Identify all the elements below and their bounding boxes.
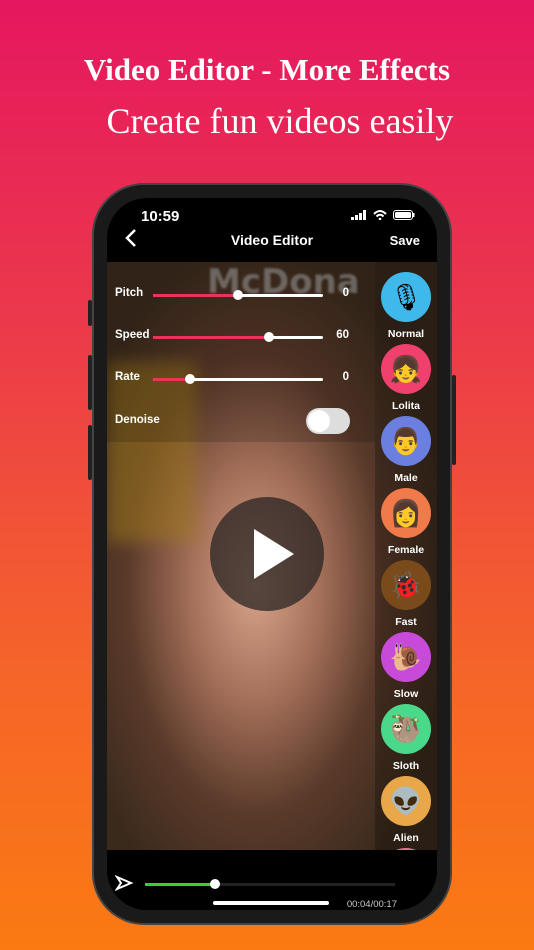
effect-label: Fast [395,616,417,628]
girl-face-icon: 👧 [381,344,431,394]
effect-alien[interactable]: 👽 Alien [377,776,435,844]
play-icon[interactable] [115,875,133,891]
rate-slider[interactable] [153,374,323,384]
effect-label: Slow [393,688,419,700]
headline: Video Editor - More Effects [83,52,451,87]
speed-slider-thumb[interactable] [263,332,274,342]
speed-slider-fill [153,336,269,339]
battery-icon [393,210,415,220]
effect-sloth[interactable]: 🦥 Sloth [377,704,435,772]
phone-button [88,355,92,410]
phone-button [88,300,92,326]
woman-face-icon: 👩 [381,488,431,538]
effect-label: Normal [387,328,425,340]
effect-lolita[interactable]: 👧 Lolita [377,344,435,412]
pitch-slider-thumb[interactable] [233,290,243,300]
speed-slider[interactable] [153,332,323,342]
effect-label: Lolita [392,400,420,412]
effect-label: Male [394,472,418,484]
effect-fast[interactable]: 🐞 Fast [377,560,435,628]
signal-icon [351,210,366,220]
effect-normal[interactable]: 🎙 Normal [377,272,435,340]
man-face-icon: 👨 [381,416,431,466]
effect-label: Alien [393,832,419,844]
timeline-thumb[interactable] [210,879,220,889]
wifi-icon [373,210,387,220]
timeline-progress [145,883,215,886]
timeline-slider[interactable] [145,879,395,889]
denoise-label: Denoise [115,414,160,426]
time-readout: 00:04/00:17 [346,899,397,910]
snail-icon: 🐌 [381,632,431,682]
pitch-slider-fill [153,294,238,297]
status-icons [351,210,415,220]
save-button[interactable]: Save [390,233,420,248]
pitch-slider[interactable] [153,290,323,300]
pitch-value: 0 [342,287,349,299]
speed-value: 60 [336,329,349,341]
home-indicator [213,901,329,905]
rate-label: Rate [115,371,140,383]
denoise-toggle[interactable] [306,408,350,434]
rate-value: 0 [342,371,349,383]
speed-label: Speed [115,329,150,341]
phone-button [452,375,456,465]
sloth-icon: 🦥 [381,704,431,754]
effect-slow[interactable]: 🐌 Slow [377,632,435,700]
pitch-label: Pitch [115,287,144,299]
phone-button [88,425,92,480]
effect-label: Sloth [392,760,420,772]
toggle-knob [308,410,330,432]
page-title: Video Editor [230,232,314,248]
status-time: 10:59 [141,208,180,225]
effect-label: Female [387,544,425,556]
effect-male[interactable]: 👨 Male [377,416,435,484]
player-bar: 00:04/00:17 [107,850,437,910]
microphone-icon: 🎙 [381,272,431,322]
play-button[interactable] [210,497,324,611]
app-screen: 10:59 Video Editor Save McDona Pitch 0 Sp… [107,198,437,910]
subheadline: Create fun videos easily [106,101,454,141]
fast-icon: 🐞 [381,560,431,610]
voice-effects-list[interactable]: 🎙 Normal 👧 Lolita 👨 Male 👩 Female 🐞 Fast 🐌 Slow 🦥 Slo… [375,262,437,850]
alien-icon: 👽 [381,776,431,826]
effect-female[interactable]: 👩 Female [377,488,435,556]
